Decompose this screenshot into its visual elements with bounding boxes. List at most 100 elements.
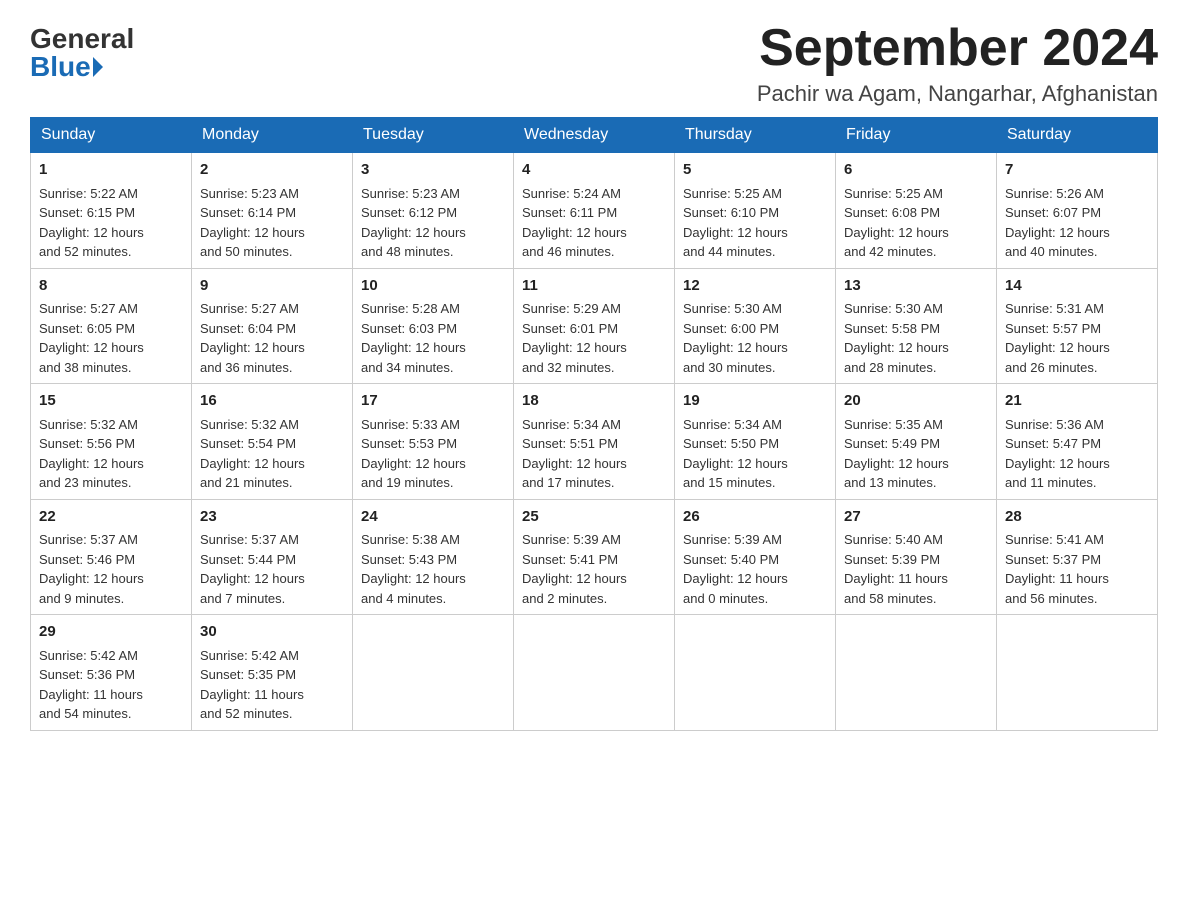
day-number: 19	[683, 390, 827, 413]
calendar-cell: 14Sunrise: 5:31 AMSunset: 5:57 PMDayligh…	[997, 268, 1158, 384]
cell-content: 8Sunrise: 5:27 AMSunset: 6:05 PMDaylight…	[39, 275, 183, 378]
day-number: 15	[39, 390, 183, 413]
day-number: 22	[39, 506, 183, 529]
logo: General Blue	[30, 20, 134, 81]
day-number: 2	[200, 159, 344, 182]
calendar-cell: 30Sunrise: 5:42 AMSunset: 5:35 PMDayligh…	[192, 615, 353, 731]
weekday-header-thursday: Thursday	[675, 118, 836, 153]
calendar-cell: 24 Sunrise: 5:38 AMSunset: 5:43 PMDayligh…	[353, 499, 514, 615]
calendar-cell: 28 Sunrise: 5:41 AMSunset: 5:37 PMDayligh…	[997, 499, 1158, 615]
cell-info: Sunrise: 5:39 AMSunset: 5:41 PMDaylight:…	[522, 532, 627, 606]
cell-info: Sunrise: 5:27 AMSunset: 6:04 PMDaylight:…	[200, 301, 305, 375]
calendar-cell: 27Sunrise: 5:40 AMSunset: 5:39 PMDayligh…	[836, 499, 997, 615]
cell-content: 25 Sunrise: 5:39 AMSunset: 5:41 PMDayligh…	[522, 506, 666, 609]
cell-content: 11Sunrise: 5:29 AMSunset: 6:01 PMDayligh…	[522, 275, 666, 378]
calendar-cell: 16Sunrise: 5:32 AMSunset: 5:54 PMDayligh…	[192, 384, 353, 500]
cell-info: Sunrise: 5:29 AMSunset: 6:01 PMDaylight:…	[522, 301, 627, 375]
cell-content: 13 Sunrise: 5:30 AMSunset: 5:58 PMDayligh…	[844, 275, 988, 378]
cell-info: Sunrise: 5:32 AMSunset: 5:54 PMDaylight:…	[200, 417, 305, 491]
cell-content: 18Sunrise: 5:34 AMSunset: 5:51 PMDayligh…	[522, 390, 666, 493]
day-number: 7	[1005, 159, 1149, 182]
cell-content: 4 Sunrise: 5:24 AMSunset: 6:11 PMDaylight…	[522, 159, 666, 262]
cell-content: 14Sunrise: 5:31 AMSunset: 5:57 PMDayligh…	[1005, 275, 1149, 378]
cell-info: Sunrise: 5:34 AMSunset: 5:50 PMDaylight:…	[683, 417, 788, 491]
cell-info: Sunrise: 5:30 AMSunset: 5:58 PMDaylight:…	[844, 301, 949, 375]
calendar-week-row: 8Sunrise: 5:27 AMSunset: 6:05 PMDaylight…	[31, 268, 1158, 384]
cell-content: 2Sunrise: 5:23 AMSunset: 6:14 PMDaylight…	[200, 159, 344, 262]
cell-info: Sunrise: 5:38 AMSunset: 5:43 PMDaylight:…	[361, 532, 466, 606]
cell-info: Sunrise: 5:37 AMSunset: 5:46 PMDaylight:…	[39, 532, 144, 606]
cell-info: Sunrise: 5:30 AMSunset: 6:00 PMDaylight:…	[683, 301, 788, 375]
cell-content: 29Sunrise: 5:42 AMSunset: 5:36 PMDayligh…	[39, 621, 183, 724]
cell-info: Sunrise: 5:24 AMSunset: 6:11 PMDaylight:…	[522, 186, 627, 260]
calendar-cell: 17Sunrise: 5:33 AMSunset: 5:53 PMDayligh…	[353, 384, 514, 500]
weekday-header-saturday: Saturday	[997, 118, 1158, 153]
calendar-cell: 19 Sunrise: 5:34 AMSunset: 5:50 PMDayligh…	[675, 384, 836, 500]
calendar-cell: 15 Sunrise: 5:32 AMSunset: 5:56 PMDayligh…	[31, 384, 192, 500]
calendar-cell: 13 Sunrise: 5:30 AMSunset: 5:58 PMDayligh…	[836, 268, 997, 384]
logo-general-text: General	[30, 25, 134, 53]
calendar-title: September 2024	[757, 20, 1158, 77]
weekday-header-tuesday: Tuesday	[353, 118, 514, 153]
day-number: 3	[361, 159, 505, 182]
calendar-cell: 22 Sunrise: 5:37 AMSunset: 5:46 PMDayligh…	[31, 499, 192, 615]
day-number: 21	[1005, 390, 1149, 413]
cell-info: Sunrise: 5:22 AMSunset: 6:15 PMDaylight:…	[39, 186, 144, 260]
cell-content: 7 Sunrise: 5:26 AMSunset: 6:07 PMDaylight…	[1005, 159, 1149, 262]
cell-content: 24 Sunrise: 5:38 AMSunset: 5:43 PMDayligh…	[361, 506, 505, 609]
cell-info: Sunrise: 5:42 AMSunset: 5:35 PMDaylight:…	[200, 648, 304, 722]
calendar-cell: 9Sunrise: 5:27 AMSunset: 6:04 PMDaylight…	[192, 268, 353, 384]
cell-info: Sunrise: 5:39 AMSunset: 5:40 PMDaylight:…	[683, 532, 788, 606]
weekday-header-sunday: Sunday	[31, 118, 192, 153]
day-number: 5	[683, 159, 827, 182]
cell-info: Sunrise: 5:26 AMSunset: 6:07 PMDaylight:…	[1005, 186, 1110, 260]
cell-info: Sunrise: 5:37 AMSunset: 5:44 PMDaylight:…	[200, 532, 305, 606]
day-number: 8	[39, 275, 183, 298]
day-number: 28	[1005, 506, 1149, 529]
cell-content: 26 Sunrise: 5:39 AMSunset: 5:40 PMDayligh…	[683, 506, 827, 609]
cell-content: 21Sunrise: 5:36 AMSunset: 5:47 PMDayligh…	[1005, 390, 1149, 493]
calendar-cell	[836, 615, 997, 731]
cell-content: 27Sunrise: 5:40 AMSunset: 5:39 PMDayligh…	[844, 506, 988, 609]
calendar-cell: 23 Sunrise: 5:37 AMSunset: 5:44 PMDayligh…	[192, 499, 353, 615]
cell-content: 10Sunrise: 5:28 AMSunset: 6:03 PMDayligh…	[361, 275, 505, 378]
cell-content: 15 Sunrise: 5:32 AMSunset: 5:56 PMDayligh…	[39, 390, 183, 493]
cell-info: Sunrise: 5:33 AMSunset: 5:53 PMDaylight:…	[361, 417, 466, 491]
calendar-cell: 8Sunrise: 5:27 AMSunset: 6:05 PMDaylight…	[31, 268, 192, 384]
title-area: September 2024 Pachir wa Agam, Nangarhar…	[757, 20, 1158, 107]
calendar-cell: 6Sunrise: 5:25 AMSunset: 6:08 PMDaylight…	[836, 153, 997, 269]
cell-info: Sunrise: 5:23 AMSunset: 6:12 PMDaylight:…	[361, 186, 466, 260]
cell-info: Sunrise: 5:31 AMSunset: 5:57 PMDaylight:…	[1005, 301, 1110, 375]
cell-info: Sunrise: 5:40 AMSunset: 5:39 PMDaylight:…	[844, 532, 948, 606]
logo-triangle-icon	[93, 57, 103, 77]
calendar-cell: 25 Sunrise: 5:39 AMSunset: 5:41 PMDayligh…	[514, 499, 675, 615]
cell-content: 6Sunrise: 5:25 AMSunset: 6:08 PMDaylight…	[844, 159, 988, 262]
calendar-cell: 29Sunrise: 5:42 AMSunset: 5:36 PMDayligh…	[31, 615, 192, 731]
cell-content: 22 Sunrise: 5:37 AMSunset: 5:46 PMDayligh…	[39, 506, 183, 609]
cell-content: 30Sunrise: 5:42 AMSunset: 5:35 PMDayligh…	[200, 621, 344, 724]
calendar-week-row: 15 Sunrise: 5:32 AMSunset: 5:56 PMDayligh…	[31, 384, 1158, 500]
calendar-cell: 1Sunrise: 5:22 AMSunset: 6:15 PMDaylight…	[31, 153, 192, 269]
calendar-cell: 12Sunrise: 5:30 AMSunset: 6:00 PMDayligh…	[675, 268, 836, 384]
calendar-cell	[997, 615, 1158, 731]
calendar-cell: 3 Sunrise: 5:23 AMSunset: 6:12 PMDaylight…	[353, 153, 514, 269]
day-number: 24	[361, 506, 505, 529]
cell-content: 3 Sunrise: 5:23 AMSunset: 6:12 PMDaylight…	[361, 159, 505, 262]
cell-info: Sunrise: 5:32 AMSunset: 5:56 PMDaylight:…	[39, 417, 144, 491]
calendar-cell: 7 Sunrise: 5:26 AMSunset: 6:07 PMDaylight…	[997, 153, 1158, 269]
calendar-cell: 26 Sunrise: 5:39 AMSunset: 5:40 PMDayligh…	[675, 499, 836, 615]
day-number: 4	[522, 159, 666, 182]
day-number: 29	[39, 621, 183, 644]
day-number: 26	[683, 506, 827, 529]
weekday-header-monday: Monday	[192, 118, 353, 153]
cell-content: 28 Sunrise: 5:41 AMSunset: 5:37 PMDayligh…	[1005, 506, 1149, 609]
day-number: 25	[522, 506, 666, 529]
cell-info: Sunrise: 5:41 AMSunset: 5:37 PMDaylight:…	[1005, 532, 1109, 606]
calendar-week-row: 22 Sunrise: 5:37 AMSunset: 5:46 PMDayligh…	[31, 499, 1158, 615]
day-number: 23	[200, 506, 344, 529]
cell-info: Sunrise: 5:35 AMSunset: 5:49 PMDaylight:…	[844, 417, 949, 491]
calendar-week-row: 1Sunrise: 5:22 AMSunset: 6:15 PMDaylight…	[31, 153, 1158, 269]
day-number: 13	[844, 275, 988, 298]
cell-content: 1Sunrise: 5:22 AMSunset: 6:15 PMDaylight…	[39, 159, 183, 262]
cell-info: Sunrise: 5:28 AMSunset: 6:03 PMDaylight:…	[361, 301, 466, 375]
